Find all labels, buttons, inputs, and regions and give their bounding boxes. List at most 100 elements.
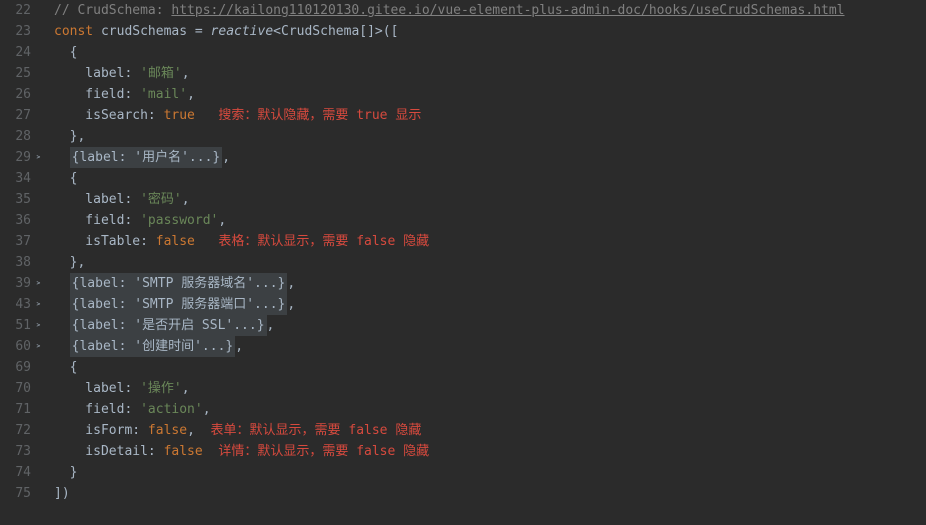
code-line[interactable]: {label: 'SMTP 服务器端口'...}, [54, 294, 926, 315]
line-number-value: 26 [15, 84, 31, 105]
code-token: 'action' [140, 399, 203, 420]
line-number: 74 [0, 462, 42, 483]
line-number: 37 [0, 231, 42, 252]
code-editor[interactable]: 2223242526272829﹥343536373839﹥43﹥51﹥60﹥6… [0, 0, 926, 504]
code-area[interactable]: // CrudSchema: https://kailong110120130.… [50, 0, 926, 504]
code-token: < [273, 21, 281, 42]
fold-toggle-icon[interactable]: ﹥ [34, 336, 42, 357]
code-token: , [287, 294, 295, 315]
line-number: 28 [0, 126, 42, 147]
code-token: , [287, 273, 295, 294]
line-number: 71 [0, 399, 42, 420]
line-number-value: 28 [15, 126, 31, 147]
code-token: {label: '用户名'...} [70, 147, 223, 168]
line-number: 75 [0, 483, 42, 504]
code-token [54, 294, 70, 315]
code-line[interactable]: {label: '创建时间'...}, [54, 336, 926, 357]
code-line[interactable]: {label: '是否开启 SSL'...}, [54, 315, 926, 336]
fold-toggle-icon[interactable]: ﹥ [34, 273, 42, 294]
code-token: false [156, 231, 195, 252]
line-number-value: 71 [15, 399, 31, 420]
line-number: 51﹥ [0, 315, 42, 336]
code-line[interactable]: } [54, 462, 926, 483]
code-token: , [203, 399, 211, 420]
code-line[interactable]: { [54, 168, 926, 189]
code-line[interactable]: // CrudSchema: https://kailong110120130.… [54, 0, 926, 21]
code-line[interactable]: {label: '用户名'...}, [54, 147, 926, 168]
code-token: label: [54, 378, 140, 399]
code-token: crudSchemas = [101, 21, 211, 42]
code-token: 'mail' [140, 84, 187, 105]
line-number-value: 51 [15, 315, 31, 336]
line-number: 73 [0, 441, 42, 462]
line-number-value: 74 [15, 462, 31, 483]
code-token: }, [54, 126, 85, 147]
code-token: 表格：默认显示，需要 false 隐藏 [218, 231, 429, 252]
line-number-value: 22 [15, 0, 31, 21]
code-token: , [187, 84, 195, 105]
code-token: true [164, 105, 195, 126]
code-token: const [54, 21, 101, 42]
code-token: , [182, 189, 190, 210]
line-number-value: 70 [15, 378, 31, 399]
code-line[interactable]: isForm: false, 表单：默认显示，需要 false 隐藏 [54, 420, 926, 441]
code-token: isTable: [54, 231, 156, 252]
line-number: 24 [0, 42, 42, 63]
line-number-value: 39 [15, 273, 31, 294]
line-number: 43﹥ [0, 294, 42, 315]
line-number-value: 38 [15, 252, 31, 273]
code-token: false [148, 420, 187, 441]
code-line[interactable]: field: 'password', [54, 210, 926, 231]
code-token: { [54, 357, 77, 378]
code-token: , [182, 378, 190, 399]
line-number: 23 [0, 21, 42, 42]
code-line[interactable]: const crudSchemas = reactive<CrudSchema[… [54, 21, 926, 42]
fold-toggle-icon[interactable]: ﹥ [34, 294, 42, 315]
code-line[interactable]: label: '密码', [54, 189, 926, 210]
code-token: field: [54, 84, 140, 105]
line-number-value: 36 [15, 210, 31, 231]
code-line[interactable]: field: 'action', [54, 399, 926, 420]
line-number-value: 27 [15, 105, 31, 126]
code-token: } [54, 462, 77, 483]
code-line[interactable]: { [54, 357, 926, 378]
code-token: , [267, 315, 275, 336]
code-token: {label: 'SMTP 服务器端口'...} [70, 294, 288, 315]
code-line[interactable]: isDetail: false 详情：默认显示，需要 false 隐藏 [54, 441, 926, 462]
line-number: 36 [0, 210, 42, 231]
line-number-value: 73 [15, 441, 31, 462]
code-token: {label: 'SMTP 服务器域名'...} [70, 273, 288, 294]
code-line[interactable]: field: 'mail', [54, 84, 926, 105]
code-token: '邮箱' [140, 63, 182, 84]
code-token: 详情：默认显示，需要 false 隐藏 [218, 441, 429, 462]
code-token: {label: '创建时间'...} [70, 336, 236, 357]
code-line[interactable]: ]) [54, 483, 926, 504]
code-line[interactable]: isTable: false 表格：默认显示，需要 false 隐藏 [54, 231, 926, 252]
code-line[interactable]: label: '操作', [54, 378, 926, 399]
code-line[interactable]: { [54, 42, 926, 63]
code-line[interactable]: label: '邮箱', [54, 63, 926, 84]
code-token [195, 420, 211, 441]
code-token: { [54, 42, 77, 63]
fold-toggle-icon[interactable]: ﹥ [34, 315, 42, 336]
line-number-value: 29 [15, 147, 31, 168]
code-line[interactable]: {label: 'SMTP 服务器域名'...}, [54, 273, 926, 294]
code-line[interactable]: }, [54, 126, 926, 147]
code-line[interactable]: isSearch: true 搜索：默认隐藏，需要 true 显示 [54, 105, 926, 126]
code-token: label: [54, 63, 140, 84]
line-number-value: 34 [15, 168, 31, 189]
code-token: // CrudSchema: [54, 0, 171, 21]
code-token [195, 231, 218, 252]
code-line[interactable]: }, [54, 252, 926, 273]
line-number: 38 [0, 252, 42, 273]
fold-toggle-icon[interactable]: ﹥ [34, 147, 42, 168]
line-number: 69 [0, 357, 42, 378]
code-token: CrudSchema [281, 21, 359, 42]
code-token: , [235, 336, 243, 357]
code-token: , [182, 63, 190, 84]
code-token: { [54, 168, 77, 189]
code-token: isForm: [54, 420, 148, 441]
line-number: 25 [0, 63, 42, 84]
code-token: 搜索：默认隐藏，需要 true 显示 [218, 105, 421, 126]
code-token: '密码' [140, 189, 182, 210]
